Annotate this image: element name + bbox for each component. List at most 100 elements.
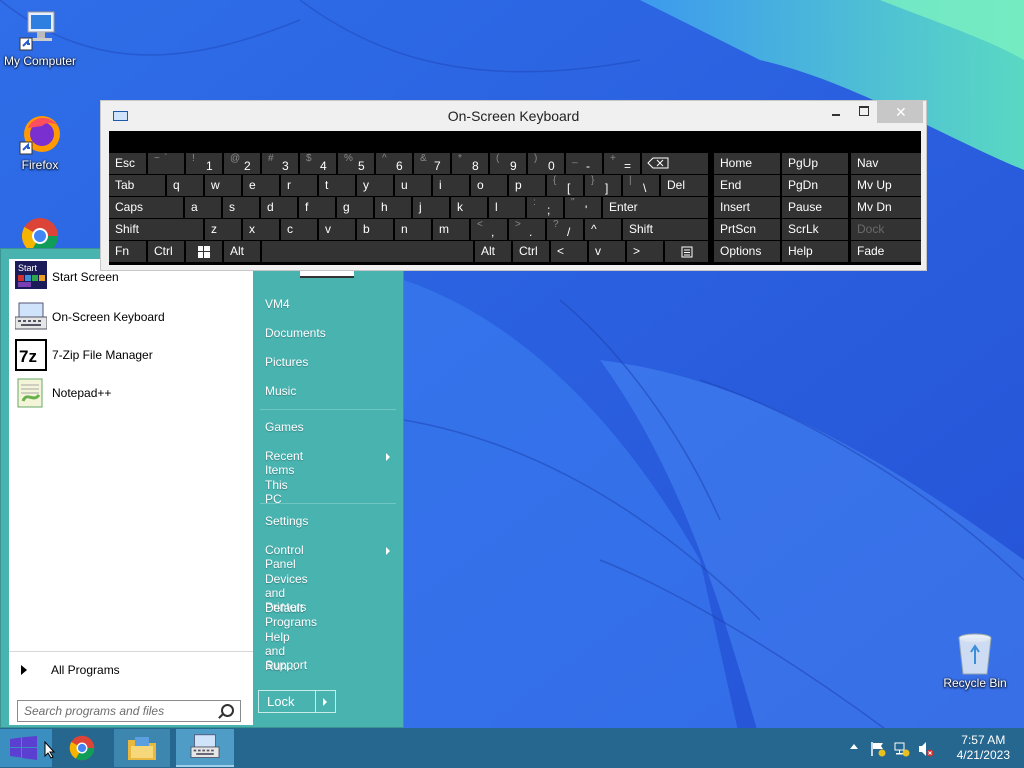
taskbar-chrome[interactable] [56, 729, 108, 767]
key-scrlk[interactable]: ScrLk [782, 219, 848, 240]
key-h[interactable]: h [375, 197, 411, 218]
key-8[interactable]: * 8 [452, 153, 488, 174]
search-input[interactable]: Search programs and files [17, 700, 241, 722]
start-link-run[interactable]: Run... [265, 659, 297, 673]
lock-options-arrow-icon[interactable] [323, 698, 327, 706]
key-menu[interactable] [665, 241, 708, 262]
key-shift-left[interactable]: Shift [109, 219, 203, 240]
key-caps[interactable]: Caps [109, 197, 183, 218]
key-p[interactable]: p [509, 175, 545, 196]
action-center-flag-icon[interactable] [870, 741, 886, 757]
key-u[interactable]: u [395, 175, 431, 196]
key-i[interactable]: i [433, 175, 469, 196]
key-5[interactable]: % 5 [338, 153, 374, 174]
key-nav[interactable]: Nav [851, 153, 921, 174]
start-link-user[interactable]: VM4 [265, 297, 290, 311]
key-fn[interactable]: Fn [109, 241, 146, 262]
start-link-games[interactable]: Games [265, 420, 304, 434]
key-6[interactable]: ^ 6 [376, 153, 412, 174]
program-7zip[interactable]: 7z 7-Zip File Manager [15, 339, 153, 371]
key-t[interactable]: t [319, 175, 355, 196]
key-d[interactable]: d [261, 197, 297, 218]
key-backspace[interactable] [642, 153, 708, 174]
key-o[interactable]: o [471, 175, 507, 196]
key-semicolon[interactable]: :; [527, 197, 563, 218]
key-options[interactable]: Options [714, 241, 780, 262]
key-comma[interactable]: <, [471, 219, 507, 240]
search-icon[interactable] [221, 704, 234, 717]
taskbar-file-explorer[interactable] [114, 729, 170, 767]
program-on-screen-keyboard[interactable]: On-Screen Keyboard [14, 301, 165, 333]
key-alt-right[interactable]: Alt [475, 241, 511, 262]
key-mv-up[interactable]: Mv Up [851, 175, 921, 196]
key-home[interactable]: Home [714, 153, 780, 174]
key-left-bracket[interactable]: {[ [547, 175, 583, 196]
desktop-icon-chrome[interactable] [0, 214, 80, 248]
key-m[interactable]: m [433, 219, 469, 240]
start-link-pictures[interactable]: Pictures [265, 355, 308, 369]
start-link-documents[interactable]: Documents [265, 326, 326, 340]
key-quote[interactable]: " ' [565, 197, 601, 218]
desktop-icon-firefox[interactable]: Firefox [0, 112, 80, 172]
desktop-icon-my-computer[interactable]: My Computer [0, 8, 80, 68]
key-l[interactable]: l [489, 197, 525, 218]
key-7[interactable]: & 7 [414, 153, 450, 174]
key-ctrl-right[interactable]: Ctrl [513, 241, 549, 262]
program-notepadpp[interactable]: Notepad++ [15, 377, 111, 409]
key-pgdn[interactable]: PgDn [782, 175, 848, 196]
key-pause[interactable]: Pause [782, 197, 848, 218]
start-link-this-pc[interactable]: This PC [265, 478, 288, 506]
key-4[interactable]: $4 [300, 153, 336, 174]
key-9[interactable]: (9 [490, 153, 526, 174]
key-a[interactable]: a [185, 197, 221, 218]
key-mv-dn[interactable]: Mv Dn [851, 197, 921, 218]
key-shift-right[interactable]: Shift [623, 219, 708, 240]
key-tab[interactable]: Tab [109, 175, 165, 196]
start-link-music[interactable]: Music [265, 384, 296, 398]
key-b[interactable]: b [357, 219, 393, 240]
key-down-arrow[interactable]: v [589, 241, 625, 262]
key-3[interactable]: #3 [262, 153, 298, 174]
key-windows[interactable] [186, 241, 222, 262]
maximize-button[interactable] [851, 101, 877, 123]
show-hidden-icons-chevron-icon[interactable] [850, 744, 858, 749]
key-c[interactable]: c [281, 219, 317, 240]
key-right-arrow[interactable]: > [627, 241, 663, 262]
start-link-default-programs[interactable]: Default Programs [265, 601, 317, 629]
key-pgup[interactable]: PgUp [782, 153, 848, 174]
key-esc[interactable]: Esc [109, 153, 146, 174]
key-tilde[interactable]: ~ ` [148, 153, 184, 174]
key-g[interactable]: g [337, 197, 373, 218]
key-x[interactable]: x [243, 219, 279, 240]
key-j[interactable]: j [413, 197, 449, 218]
start-link-settings[interactable]: Settings [265, 514, 308, 528]
key-f[interactable]: f [299, 197, 335, 218]
key-q[interactable]: q [167, 175, 203, 196]
network-icon[interactable] [894, 741, 910, 757]
key-end[interactable]: End [714, 175, 780, 196]
key-e[interactable]: e [243, 175, 279, 196]
key-w[interactable]: w [205, 175, 241, 196]
close-button[interactable]: ✕ [877, 101, 923, 123]
key-period[interactable]: >. [509, 219, 545, 240]
start-button[interactable] [0, 729, 56, 767]
key-space[interactable] [262, 241, 473, 262]
key-equals[interactable]: + = [604, 153, 640, 174]
key-alt-left[interactable]: Alt [224, 241, 260, 262]
key-v[interactable]: v [319, 219, 355, 240]
start-link-control-panel[interactable]: Control Panel [265, 543, 304, 571]
key-insert[interactable]: Insert [714, 197, 780, 218]
key-right-bracket[interactable]: }] [585, 175, 621, 196]
taskbar-on-screen-keyboard[interactable] [176, 729, 234, 767]
key-ctrl-left[interactable]: Ctrl [148, 241, 184, 262]
key-0[interactable]: ) 0 [528, 153, 564, 174]
clock[interactable]: 7:57 AM 4/21/2023 [957, 733, 1010, 763]
key-backslash[interactable]: | \ [623, 175, 659, 196]
key-s[interactable]: s [223, 197, 259, 218]
key-y[interactable]: y [357, 175, 393, 196]
key-prtscn[interactable]: PrtScn [714, 219, 780, 240]
key-enter[interactable]: Enter [603, 197, 708, 218]
key-k[interactable]: k [451, 197, 487, 218]
osk-title-bar[interactable]: On-Screen Keyboard ✕ [101, 101, 926, 131]
lock-button[interactable]: Lock [258, 690, 336, 713]
